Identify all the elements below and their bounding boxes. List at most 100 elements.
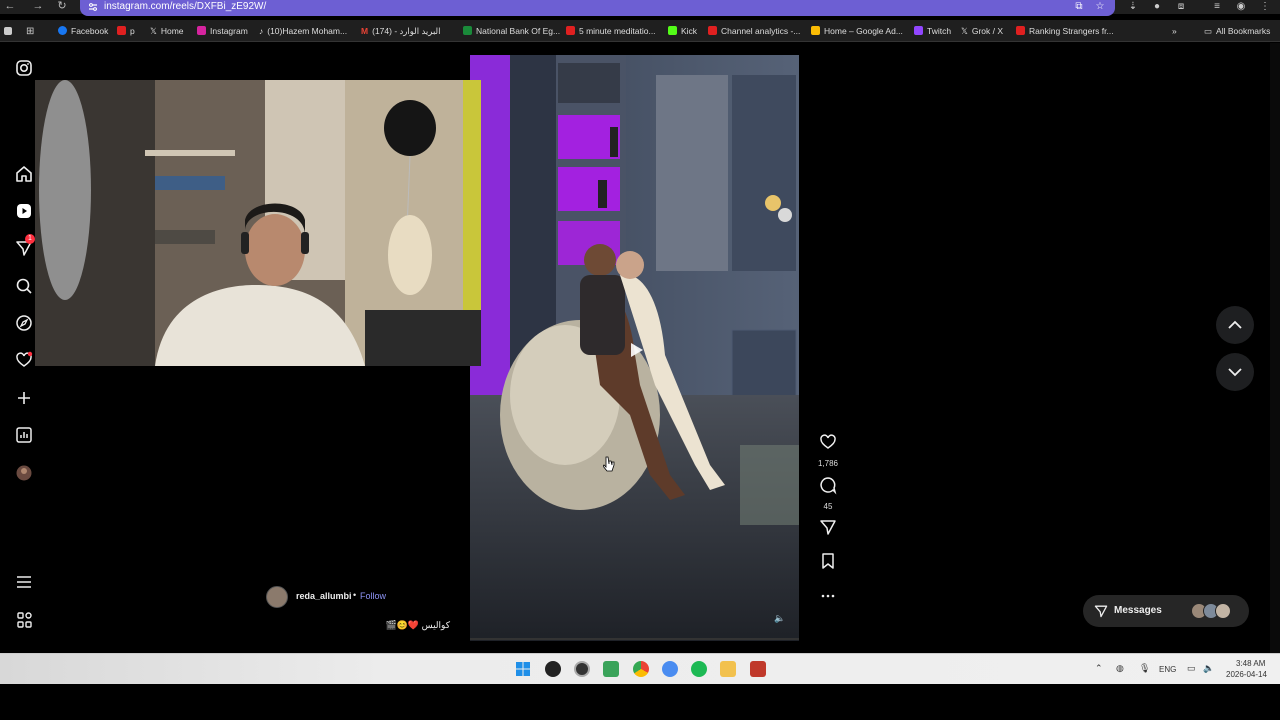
messages-label: Messages xyxy=(1114,605,1162,616)
previous-reel-button[interactable] xyxy=(1216,306,1254,344)
bookmark-p[interactable]: p xyxy=(117,24,135,38)
reload-icon[interactable]: ↻ xyxy=(54,0,70,14)
direct-messages-icon[interactable]: 1 xyxy=(14,234,35,258)
reel-video[interactable]: 🔈 xyxy=(470,55,799,641)
like-action[interactable]: 1,786 xyxy=(818,432,838,468)
bookmark-grok[interactable]: 𝕏 Grok / X xyxy=(961,24,1003,38)
bookmark-kick[interactable]: Kick xyxy=(668,24,697,38)
save-bookmark-icon[interactable] xyxy=(818,551,838,576)
clock-time[interactable]: 3:48 AM xyxy=(1236,659,1265,668)
messages-icon xyxy=(1094,605,1108,618)
bookmarks-bar: ⊞ Facebook p 𝕏 Home Instagram ♪ (10)Hazem … xyxy=(0,20,1280,42)
language-indicator[interactable]: ENG xyxy=(1159,665,1176,674)
youtube-icon xyxy=(566,26,575,35)
apps-grid-icon[interactable]: ⊞ xyxy=(26,24,38,38)
volume-tray-icon[interactable]: 🔈 xyxy=(1203,663,1214,674)
notifications-heart-icon[interactable] xyxy=(14,350,34,370)
tray-overflow-icon[interactable]: ⌃ xyxy=(1095,663,1103,674)
address-bar[interactable]: instagram.com/reels/DXFBi_zE92W/ ⧉ ☆ xyxy=(80,0,1115,16)
messages-avatars xyxy=(1191,603,1241,619)
back-icon[interactable]: ← xyxy=(2,0,18,14)
follow-button[interactable]: Follow xyxy=(360,591,386,601)
app-circle-icon[interactable] xyxy=(574,661,590,677)
extensions-icon[interactable]: ⧈ xyxy=(1174,0,1188,13)
folder-icon: ▭ xyxy=(1204,26,1213,36)
site-info-icon[interactable] xyxy=(88,2,98,12)
file-explorer-icon[interactable] xyxy=(720,661,736,677)
app-blue-icon[interactable] xyxy=(662,661,678,677)
profile-avatar-icon[interactable]: ◉ xyxy=(1234,0,1248,13)
install-icon[interactable]: ⧉ xyxy=(1072,0,1086,13)
bookmark-tiktok[interactable]: ♪ (10)Hazem Moham... xyxy=(259,24,347,38)
mouse-cursor xyxy=(602,456,615,472)
bookmark-gmail[interactable]: M البريد الوارد - (174) xyxy=(361,24,441,38)
screen-bottom-border xyxy=(0,684,1280,720)
url-text: instagram.com/reels/DXFBi_zE92W/ xyxy=(104,1,267,12)
instagram-logo-icon[interactable] xyxy=(14,58,34,78)
download-icon[interactable]: ⇣ xyxy=(1126,0,1140,13)
comment-count: 45 xyxy=(823,502,833,511)
search-icon[interactable] xyxy=(14,276,34,296)
reels-icon[interactable] xyxy=(14,201,34,221)
tab-strip-icon[interactable] xyxy=(4,24,16,38)
app-red-icon[interactable] xyxy=(750,661,766,677)
chrome-icon[interactable] xyxy=(633,661,649,677)
profile-avatar[interactable] xyxy=(14,463,34,483)
bookmark-star-icon[interactable]: ☆ xyxy=(1093,0,1107,13)
share-icon[interactable] xyxy=(818,517,838,542)
bookmark-instagram[interactable]: Instagram xyxy=(197,24,248,38)
obs-icon[interactable] xyxy=(545,661,561,677)
create-plus-icon[interactable] xyxy=(14,388,34,408)
more-menu-icon[interactable] xyxy=(14,572,34,592)
bookmark-facebook[interactable]: Facebook xyxy=(58,24,108,38)
facebook-icon xyxy=(58,26,67,35)
comment-action[interactable]: 45 xyxy=(818,475,838,511)
microphone-tray-icon[interactable]: 🎙 xyxy=(1139,663,1150,674)
author-avatar[interactable] xyxy=(266,586,288,608)
more-bookmarks-icon[interactable]: » xyxy=(1172,24,1177,38)
menu-kebab-icon[interactable]: ⋮ xyxy=(1258,0,1272,13)
youtube-icon xyxy=(117,26,126,35)
bookmark-twitch[interactable]: Twitch xyxy=(914,24,951,38)
heart-icon[interactable] xyxy=(818,432,838,452)
reel-caption: كواليس ❤️😊🎬 xyxy=(385,620,451,630)
webcam-scene xyxy=(35,80,481,366)
bookmark-google-ads[interactable]: Home – Google Ad... xyxy=(811,24,903,38)
dashboard-icon[interactable] xyxy=(14,425,34,445)
author-username[interactable]: reda_allumbi xyxy=(296,591,352,601)
explore-compass-icon[interactable] xyxy=(14,313,34,333)
messages-button[interactable]: Messages xyxy=(1083,595,1249,627)
bookmark-channel-analytics[interactable]: Channel analytics -... xyxy=(708,24,800,38)
page-scrollbar[interactable] xyxy=(1270,43,1280,653)
notification-badge: 1 xyxy=(25,234,35,244)
all-bookmarks[interactable]: ▭ All Bookmarks xyxy=(1204,24,1270,38)
kick-icon xyxy=(668,26,677,35)
home-icon[interactable] xyxy=(14,164,34,184)
chevron-down-icon xyxy=(1228,368,1242,377)
comment-icon[interactable] xyxy=(818,475,838,495)
network-tray-icon[interactable]: ◍ xyxy=(1116,663,1124,674)
extension-circle-icon[interactable]: ● xyxy=(1150,0,1164,13)
google-ads-icon xyxy=(811,26,820,35)
forward-icon[interactable]: → xyxy=(30,0,46,14)
bank-icon xyxy=(463,26,472,35)
tab-search-icon[interactable]: ≡ xyxy=(1210,0,1224,13)
bookmark-ranking-strangers[interactable]: Ranking Strangers fr... xyxy=(1016,24,1114,38)
app-green-icon[interactable] xyxy=(603,661,619,677)
avatar xyxy=(1215,603,1231,619)
taskbar: ⌃ ◍ 🎙 ENG ▭ 🔈 3:48 AM 2026-04-14 xyxy=(0,653,1280,684)
browser-toolbar: ← → ↻ instagram.com/reels/DXFBi_zE92W/ ⧉… xyxy=(0,0,1280,16)
windows-start-icon[interactable] xyxy=(515,661,531,677)
bookmark-meditation[interactable]: 5 minute meditatio... xyxy=(566,24,656,38)
mute-toggle-icon[interactable]: 🔈 xyxy=(774,613,786,625)
next-reel-button[interactable] xyxy=(1216,353,1254,391)
more-options-icon[interactable] xyxy=(818,586,838,611)
reel-progress-bar[interactable] xyxy=(470,638,799,640)
clock-date[interactable]: 2026-04-14 xyxy=(1226,670,1267,679)
play-icon[interactable] xyxy=(626,340,646,360)
spotify-icon[interactable] xyxy=(691,661,707,677)
bookmark-nbe[interactable]: National Bank Of Eg... xyxy=(463,24,560,38)
display-tray-icon[interactable]: ▭ xyxy=(1187,663,1196,674)
bookmark-home[interactable]: 𝕏 Home xyxy=(150,24,184,38)
also-from-meta-icon[interactable] xyxy=(14,610,34,630)
